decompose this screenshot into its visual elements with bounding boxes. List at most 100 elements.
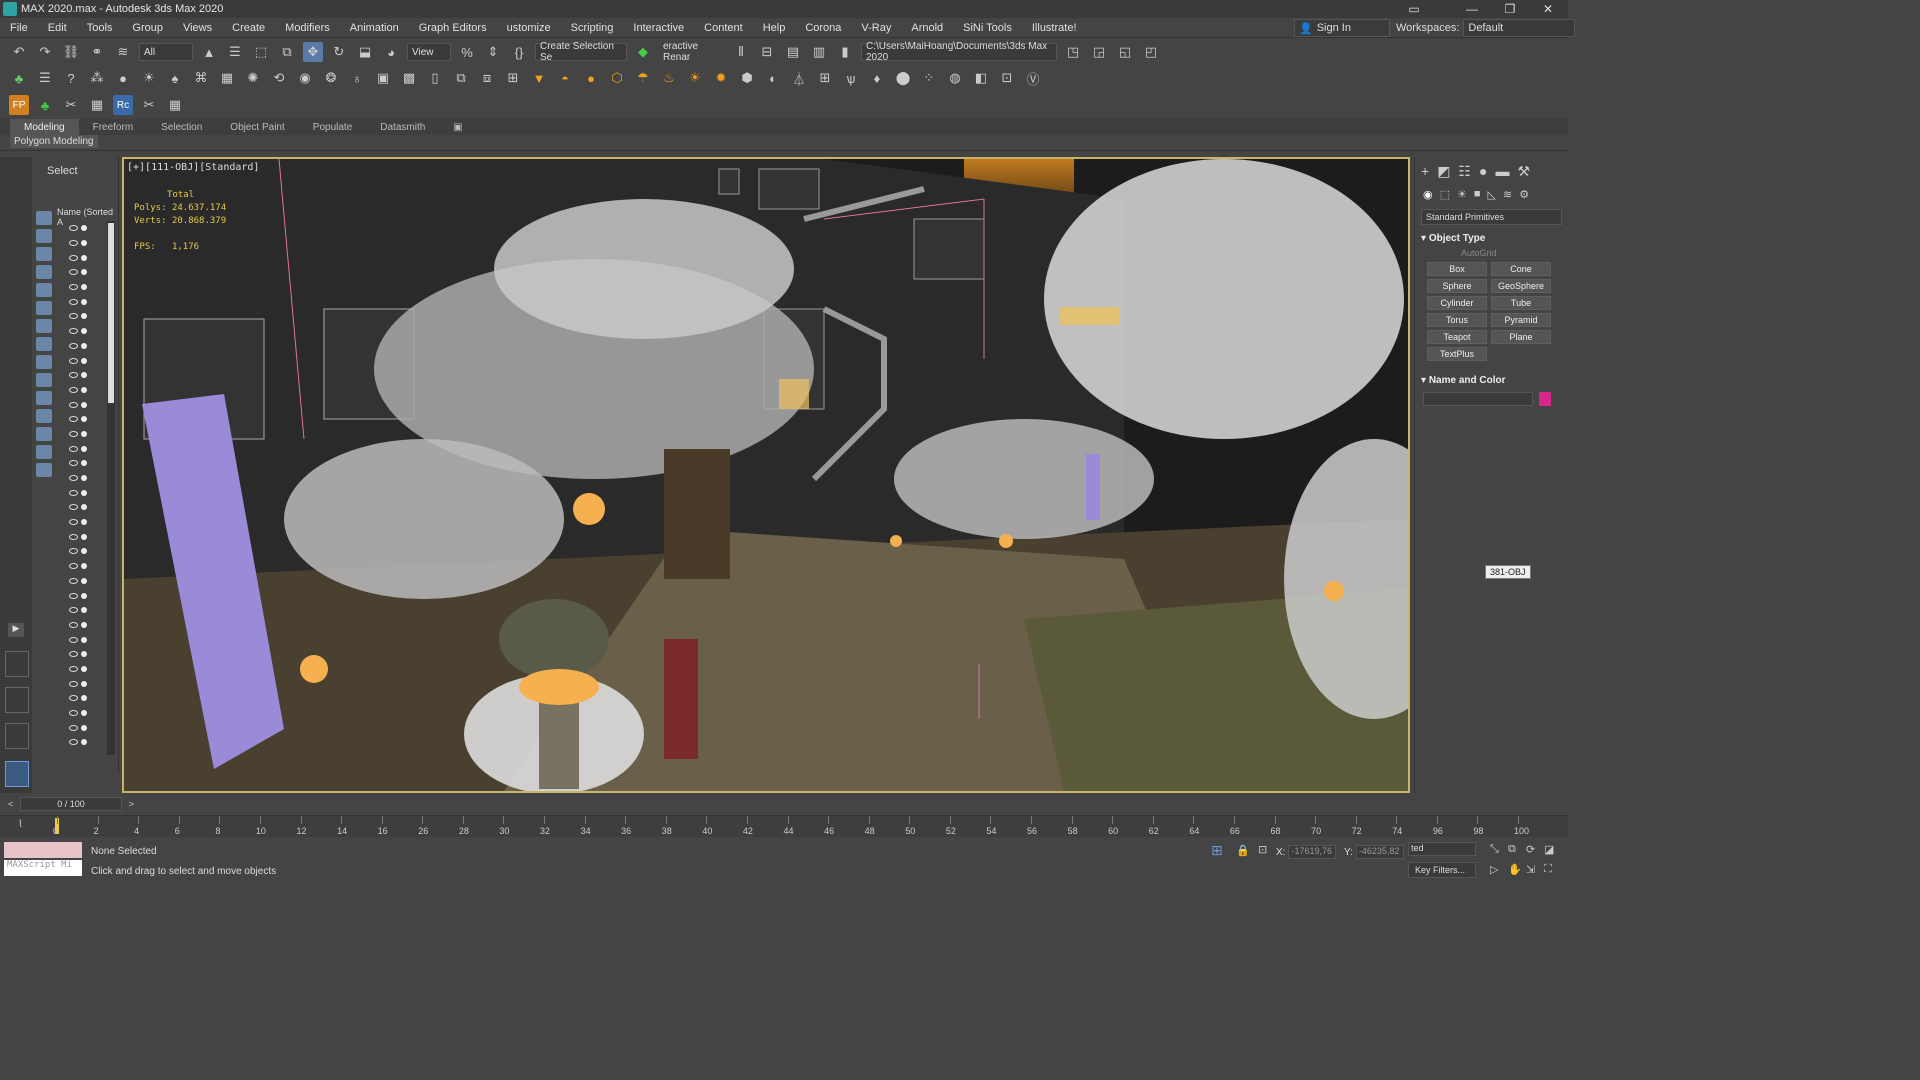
create-tab-icon[interactable]: + xyxy=(1421,163,1429,180)
menu-vray[interactable]: V-Ray xyxy=(851,22,901,34)
object-color-swatch[interactable] xyxy=(1539,392,1551,406)
light-bulb-icon[interactable]: ● xyxy=(113,68,133,88)
maxscript-listener[interactable]: MAXScript Mi xyxy=(4,842,82,876)
box-button[interactable]: Box xyxy=(1427,262,1487,276)
plane-button[interactable]: Plane xyxy=(1491,330,1551,344)
material-icon[interactable]: ◉ xyxy=(295,68,315,88)
reference-coordinate-dropdown[interactable]: View xyxy=(407,43,451,61)
freeze-dot-icon[interactable] xyxy=(81,225,87,232)
railclone-icon[interactable]: Rc xyxy=(113,95,133,115)
freeze-dot-icon[interactable] xyxy=(81,563,87,570)
space-warps-icon[interactable]: ≋ xyxy=(1503,188,1512,201)
layer-icon[interactable]: ◆ xyxy=(633,42,653,62)
menu-illustrate[interactable]: Illustrate! xyxy=(1022,22,1087,34)
menu-modifiers[interactable]: Modifiers xyxy=(275,22,340,34)
viewport-layout-3-icon[interactable] xyxy=(5,723,29,749)
select-and-move-icon[interactable]: ✥ xyxy=(303,42,323,62)
key-filters-button[interactable]: Key Filters... xyxy=(1408,862,1476,878)
display-cameras-icon[interactable] xyxy=(36,265,52,279)
display-all-icon[interactable] xyxy=(36,427,52,441)
display-geometry-icon[interactable] xyxy=(36,211,52,225)
viewport-layout-1-icon[interactable] xyxy=(5,651,29,677)
sphere-button[interactable]: Sphere xyxy=(1427,279,1487,293)
undo-icon[interactable]: ↶ xyxy=(9,42,29,62)
cone-button[interactable]: Cone xyxy=(1491,262,1551,276)
list-item[interactable] xyxy=(69,618,107,633)
pyramid-button[interactable]: Pyramid xyxy=(1491,313,1551,327)
freeze-dot-icon[interactable] xyxy=(81,372,87,379)
list-item[interactable] xyxy=(69,574,107,589)
selected-dropdown[interactable]: ted xyxy=(1408,842,1476,856)
tab-freeform[interactable]: Freeform xyxy=(79,119,148,135)
freeze-dot-icon[interactable] xyxy=(81,386,87,393)
align-icon[interactable]: ⊟ xyxy=(757,42,777,62)
utilities-tab-icon[interactable]: ⚒ xyxy=(1517,163,1530,180)
camera-icon[interactable]: ▩ xyxy=(399,68,419,88)
visibility-eye-icon[interactable] xyxy=(69,577,78,584)
geometry-icon[interactable]: ◉ xyxy=(1423,188,1433,201)
list-item[interactable] xyxy=(69,735,107,750)
freeze-dot-icon[interactable] xyxy=(81,445,87,452)
visibility-eye-icon[interactable] xyxy=(69,489,78,496)
list-item[interactable] xyxy=(69,368,107,383)
maxscript-output[interactable] xyxy=(4,842,82,858)
time-slider-thumb[interactable]: 0 / 100 xyxy=(20,797,122,811)
restore-panel-icon[interactable]: ▭ xyxy=(1396,0,1432,18)
teapot-button[interactable]: Teapot xyxy=(1427,330,1487,344)
select-object-icon[interactable]: ▲ xyxy=(199,42,219,62)
layer-explorer-icon[interactable]: ▥ xyxy=(809,42,829,62)
list-item[interactable] xyxy=(69,339,107,354)
menu-arnold[interactable]: Arnold xyxy=(901,22,953,34)
percent-snap-icon[interactable]: % xyxy=(457,42,477,62)
list-item[interactable] xyxy=(69,236,107,251)
curve-editor-icon[interactable]: ⌇ xyxy=(18,819,23,830)
freeze-dot-icon[interactable] xyxy=(81,665,87,672)
visibility-eye-icon[interactable] xyxy=(69,519,78,526)
freeze-dot-icon[interactable] xyxy=(81,504,87,511)
rotate-tool-icon[interactable]: ⟲ xyxy=(269,68,289,88)
sphere-proxy-icon[interactable]: ◐ xyxy=(763,68,783,88)
sun-icon[interactable]: ☀ xyxy=(139,68,159,88)
list-item[interactable] xyxy=(69,397,107,412)
tree-icon[interactable]: ♠ xyxy=(165,68,185,88)
viewport-layout-2-icon[interactable] xyxy=(5,687,29,713)
sky-light-icon[interactable]: ✹ xyxy=(711,68,731,88)
freeze-dot-icon[interactable] xyxy=(81,416,87,423)
expand-arrow-icon[interactable]: ▶ xyxy=(8,623,24,637)
copy-icon[interactable]: ⧉ xyxy=(451,68,471,88)
shapes-icon[interactable]: ⬚ xyxy=(1440,188,1450,201)
visibility-eye-icon[interactable] xyxy=(69,724,78,731)
paste-icon[interactable]: ⧈ xyxy=(477,68,497,88)
maximize-viewport-icon[interactable]: ⛶ xyxy=(1544,863,1552,876)
geosphere-button[interactable]: GeoSphere xyxy=(1491,279,1551,293)
isolate-selection-icon[interactable]: ⊞ xyxy=(1211,842,1223,859)
mirror-icon[interactable]: ⫴ xyxy=(731,42,751,62)
list-item[interactable] xyxy=(69,603,107,618)
menu-group[interactable]: Group xyxy=(122,22,173,34)
freeze-dot-icon[interactable] xyxy=(81,592,87,599)
interactive-renamer[interactable]: eractive Renar xyxy=(659,41,725,63)
vray-icon[interactable]: Ⓥ xyxy=(1023,68,1043,88)
modify-tab-icon[interactable]: ◩ xyxy=(1437,163,1450,180)
freeze-dot-icon[interactable] xyxy=(81,328,87,335)
freeze-dot-icon[interactable] xyxy=(81,695,87,702)
freeze-dot-icon[interactable] xyxy=(81,680,87,687)
forest-pack-icon[interactable]: ♣ xyxy=(9,68,29,88)
scatter-icon[interactable]: ❂ xyxy=(321,68,341,88)
ies-light-icon[interactable]: ☂ xyxy=(633,68,653,88)
viewport-label[interactable]: [+][111-OBJ][Standard] xyxy=(127,162,259,173)
helpers-icon[interactable]: ◺ xyxy=(1488,188,1496,201)
invert-display-icon[interactable] xyxy=(36,463,52,477)
freeze-dot-icon[interactable] xyxy=(81,357,87,364)
named-selection-dropdown[interactable]: Create Selection Se xyxy=(535,41,627,63)
minimize-button[interactable]: — xyxy=(1454,0,1490,18)
list-item[interactable] xyxy=(69,221,107,236)
help-icon[interactable]: ? xyxy=(61,68,81,88)
visibility-eye-icon[interactable] xyxy=(69,460,78,467)
list-item[interactable] xyxy=(69,324,107,339)
close-button[interactable]: ✕ xyxy=(1530,0,1566,18)
list-item[interactable] xyxy=(69,427,107,442)
display-tab-icon[interactable]: ▬ xyxy=(1495,163,1509,180)
visibility-eye-icon[interactable] xyxy=(69,401,78,408)
visibility-eye-icon[interactable] xyxy=(69,548,78,555)
